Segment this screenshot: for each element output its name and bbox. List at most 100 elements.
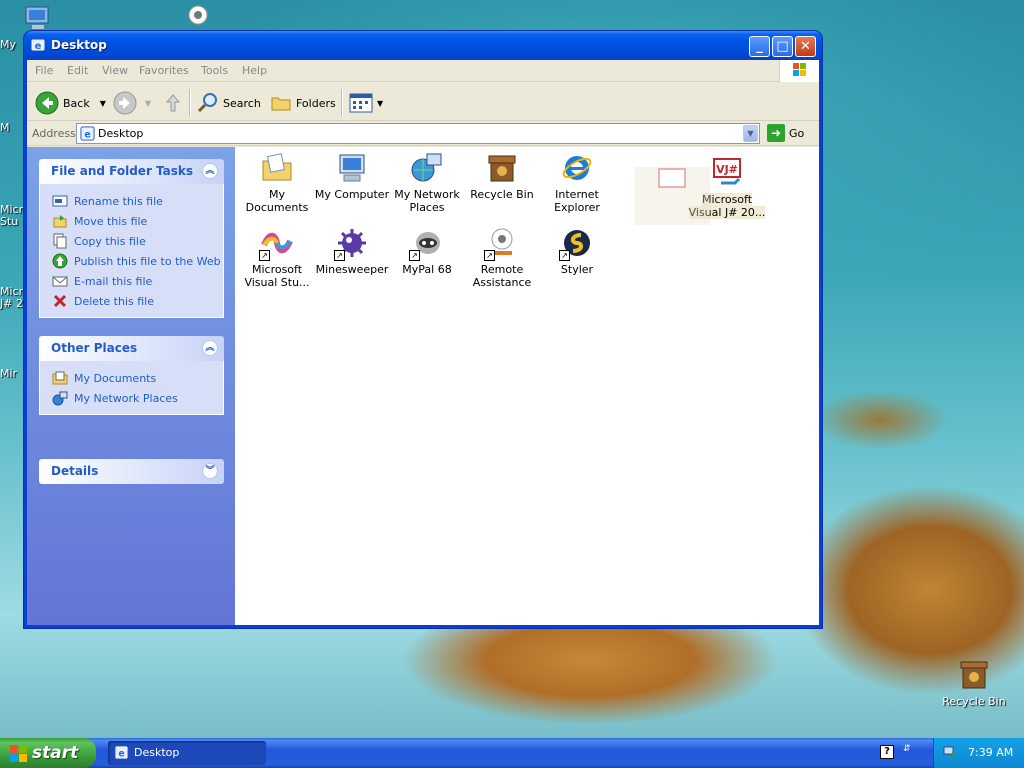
go-label: Go	[789, 126, 805, 140]
details-header[interactable]: Details ︾	[39, 459, 224, 484]
expand-chevron-icon[interactable]: ︾	[202, 463, 218, 479]
back-arrow-icon	[35, 91, 59, 115]
desktop-address-icon: e	[80, 126, 95, 141]
tray-arrow-icon[interactable]: ⇵	[903, 744, 911, 754]
desktop-label-m[interactable]: M	[0, 121, 10, 134]
recycle-bin-icon	[486, 152, 518, 184]
other-places-panel: Other Places ︽ My Documents My Network P…	[39, 336, 224, 415]
task-publish[interactable]: Publish this file to the Web	[52, 251, 223, 271]
other-places-header[interactable]: Other Places ︽	[39, 336, 224, 361]
back-button[interactable]: Back ▼	[35, 90, 106, 116]
file-styler[interactable]: ↗ Styler	[538, 227, 616, 276]
forward-button[interactable]: ▼	[113, 90, 151, 116]
file-label: Microsoft Visual Stu...	[244, 263, 310, 289]
menu-favorites[interactable]: Favorites	[139, 64, 189, 77]
window-client: File Edit View Favorites Tools Help Back…	[27, 60, 819, 625]
task-label: Move this file	[74, 214, 148, 228]
search-button[interactable]: Search	[197, 90, 261, 116]
svg-text:e: e	[35, 41, 42, 52]
window-title: Desktop	[51, 38, 107, 52]
minesweeper-icon: ↗	[334, 227, 368, 261]
up-button[interactable]	[162, 90, 184, 116]
clock[interactable]: 7:39 AM	[968, 746, 1013, 759]
move-icon	[53, 215, 67, 228]
menu-file[interactable]: File	[35, 64, 53, 77]
folders-button[interactable]: Folders	[270, 90, 336, 116]
address-input[interactable]: e Desktop ▼	[76, 123, 760, 144]
network-places-icon	[411, 152, 443, 184]
task-rename[interactable]: Rename this file	[52, 191, 223, 211]
menu-edit[interactable]: Edit	[67, 64, 88, 77]
menu-view[interactable]: View	[102, 64, 128, 77]
collapse-chevron-icon[interactable]: ︽	[202, 340, 218, 356]
task-label: Publish this file to the Web	[74, 254, 221, 268]
file-minesweeper[interactable]: ↗ Minesweeper	[313, 227, 391, 276]
up-folder-icon	[165, 94, 181, 112]
copy-icon	[53, 233, 67, 249]
forward-arrow-icon	[113, 91, 137, 115]
menu-help[interactable]: Help	[242, 64, 267, 77]
shortcut-arrow-icon: ↗	[334, 250, 345, 261]
back-dropdown-icon[interactable]: ▼	[100, 99, 106, 108]
file-my-documents[interactable]: My Documents	[238, 152, 316, 214]
minimize-button[interactable]: _	[749, 36, 770, 57]
recycle-bin-desktop-icon[interactable]	[958, 656, 990, 692]
shortcut-arrow-icon: ↗	[484, 250, 495, 261]
task-email[interactable]: E-mail this file	[52, 271, 223, 291]
taskbar-desktop-button[interactable]: e Desktop	[108, 741, 266, 765]
file-folder-tasks-header[interactable]: File and Folder Tasks ︽	[39, 159, 224, 184]
network-tray-icon[interactable]	[942, 745, 958, 761]
help-icon[interactable]: ?	[880, 745, 894, 759]
delete-icon	[53, 294, 67, 308]
taskbar: start e Desktop ? ⇵ 7:39 AM	[0, 738, 1024, 768]
my-computer-icon	[336, 152, 368, 184]
views-button[interactable]: ▼	[349, 90, 383, 116]
title-bar[interactable]: e Desktop _ □ ✕	[24, 31, 822, 60]
task-label: E-mail this file	[74, 274, 153, 288]
file-label: My Documents	[245, 188, 309, 214]
file-my-network-places[interactable]: My Network Places	[388, 152, 466, 214]
file-mypal-68[interactable]: ↗ MyPal 68	[388, 227, 466, 276]
file-label: Styler	[560, 263, 594, 276]
task-label: Rename this file	[74, 194, 163, 208]
file-folder-tasks-panel: File and Folder Tasks ︽ Rename this file…	[39, 159, 224, 318]
maximize-button[interactable]: □	[772, 36, 793, 57]
close-button[interactable]: ✕	[795, 36, 816, 57]
task-copy[interactable]: Copy this file	[52, 231, 223, 251]
task-move[interactable]: Move this file	[52, 211, 223, 231]
address-bar: Address e Desktop ▼ ➜ Go	[27, 122, 819, 146]
views-dropdown-icon: ▼	[377, 98, 384, 108]
desktop-label-my[interactable]: My	[0, 38, 16, 51]
desktop-label-mir[interactable]: Mir	[0, 367, 17, 380]
file-remote-assistance[interactable]: ↗ Remote Assistance	[463, 227, 541, 289]
back-label: Back	[63, 96, 90, 110]
windows-logo-icon	[779, 60, 819, 82]
menu-tools[interactable]: Tools	[201, 64, 228, 77]
place-my-documents[interactable]: My Documents	[52, 368, 223, 388]
go-button[interactable]: ➜ Go	[767, 124, 804, 142]
svg-text:e: e	[84, 129, 90, 140]
start-button[interactable]: start	[0, 738, 96, 768]
file-internet-explorer[interactable]: Internet Explorer	[538, 152, 616, 214]
start-label: start	[32, 743, 79, 763]
publish-web-icon	[52, 253, 68, 269]
collapse-chevron-icon[interactable]: ︽	[202, 163, 218, 179]
mypal-icon: ↗	[409, 227, 443, 261]
forward-dropdown-icon: ▼	[145, 98, 152, 108]
styler-icon: ↗	[559, 227, 593, 261]
file-microsoft-visual-studio[interactable]: ↗ Microsoft Visual Stu...	[238, 227, 316, 289]
task-delete[interactable]: Delete this file	[52, 291, 223, 311]
menu-bar: File Edit View Favorites Tools Help	[27, 60, 819, 82]
file-recycle-bin[interactable]: Recycle Bin	[463, 152, 541, 201]
file-my-computer[interactable]: My Computer	[313, 152, 391, 201]
recycle-bin-desktop-label[interactable]: Recycle Bin	[940, 695, 1008, 708]
file-label: Remote Assistance	[472, 263, 532, 289]
address-dropdown-icon[interactable]: ▼	[743, 125, 758, 142]
place-label: My Documents	[74, 371, 157, 385]
my-documents-icon	[52, 371, 68, 385]
toolbar: Back ▼ ▼ Search Folders ▼	[27, 83, 819, 121]
folders-label: Folders	[296, 96, 336, 110]
system-tray: 7:39 AM	[933, 738, 1024, 768]
details-panel: Details ︾	[39, 459, 224, 484]
place-my-network-places[interactable]: My Network Places	[52, 388, 223, 408]
